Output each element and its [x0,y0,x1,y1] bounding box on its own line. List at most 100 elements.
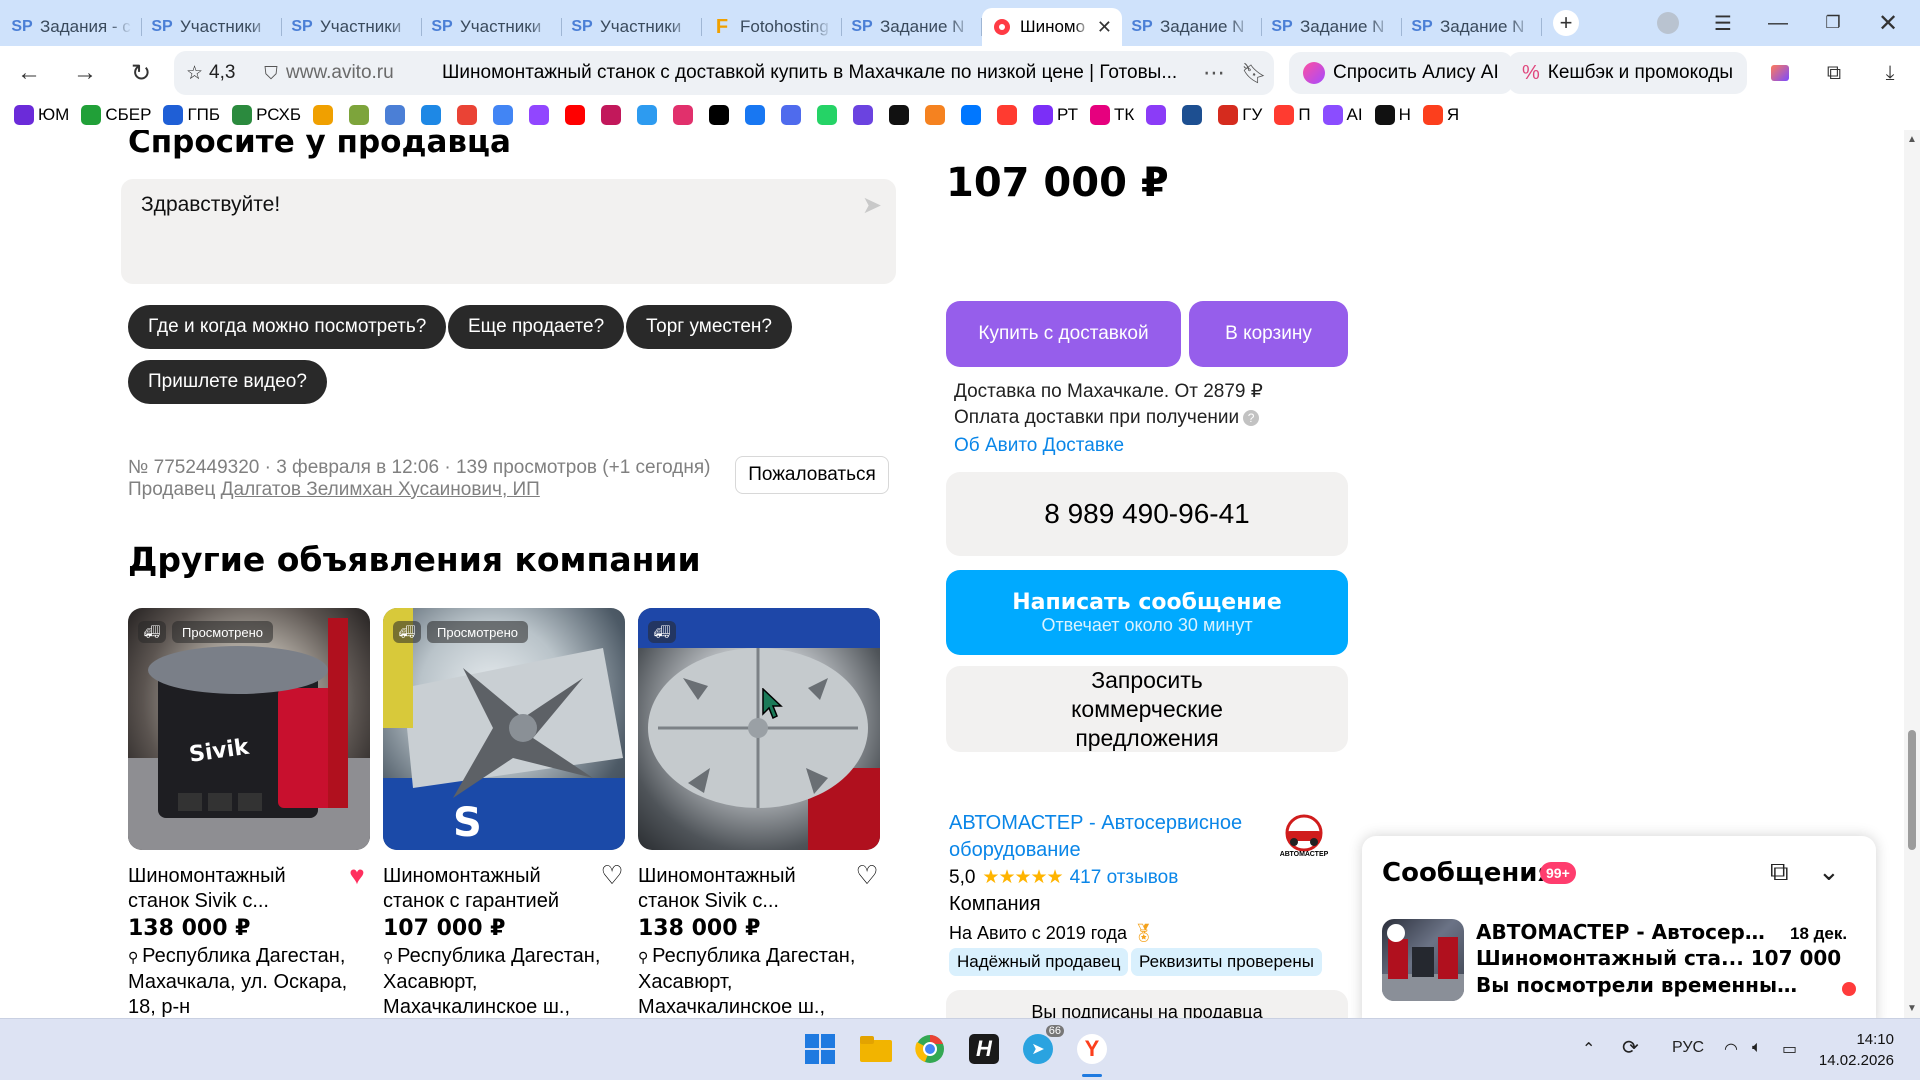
bookmark-item[interactable] [817,105,841,125]
bookmark-item[interactable] [385,105,409,125]
bookmark-item[interactable] [349,105,373,125]
complain-button[interactable]: Пожаловаться [735,456,889,494]
chat-preview[interactable]: Вы посмотрели временный но... [1476,973,1806,997]
listing-image[interactable]: Sivik 🚚︎ Просмотрено [128,608,370,850]
listing-card[interactable]: Sivik 🚚︎ Просмотрено Шиномонтажный стано… [128,608,372,1018]
bookmark-item[interactable] [1146,105,1170,125]
reviews-link[interactable]: 417 отзывов [1070,867,1179,889]
bookmark-item[interactable] [745,105,769,125]
bookmark-item[interactable] [1182,105,1206,125]
chat-sender[interactable]: АВТОМАСТЕР - Автосервисн... [1476,920,1776,944]
close-window-button[interactable]: ✕ [1870,8,1906,38]
heart-filled-icon[interactable]: ♥ [342,860,372,890]
security-icon[interactable]: ⛉ [256,63,286,84]
listing-title[interactable]: Шиномонтажный станок Sivik с... [128,864,334,914]
bookmark-item[interactable] [961,105,985,125]
ask-alice-button[interactable]: Спросить Алису AI [1289,52,1513,94]
avito-delivery-link[interactable]: Об Авито Доставке [954,435,1124,457]
system-clock[interactable]: 14:10 14.02.2026 [1819,1029,1894,1071]
bookmark-item[interactable] [889,105,913,125]
volume-icon[interactable]: 🔈︎ [1752,1039,1762,1057]
listing-title[interactable]: Шиномонтажный станок Sivik с... [638,864,844,914]
heart-outline-icon[interactable]: ♡ [597,860,627,890]
phone-button[interactable]: 8 989 490-96-41 [946,472,1348,556]
listing-image[interactable]: 🚚︎ [638,608,880,850]
site-rating[interactable]: ☆ 4,3 [174,62,256,85]
browser-tab[interactable]: SP Задание N [1262,8,1402,46]
subscribed-button[interactable]: Вы подписаны на продавца [946,990,1348,1018]
scroll-down-icon[interactable]: ▼ [1907,1003,1917,1014]
heart-outline-icon[interactable]: ♡ [852,860,882,890]
company-logo[interactable]: АВТОМАСТЕР [1278,813,1330,859]
minimize-button[interactable]: — [1760,8,1796,38]
taskbar-yandex-browser[interactable]: Y [1072,1029,1112,1077]
bookmark-item[interactable] [853,105,877,125]
write-message-button[interactable]: Написать сообщение Отвечает около 30 мин… [946,570,1348,655]
cashback-button[interactable]: % Кешбэк и промокоды [1508,52,1747,94]
back-button[interactable]: ← [4,53,54,93]
new-tab-button[interactable]: + [1548,8,1584,38]
close-icon[interactable]: ✕ [1097,17,1112,38]
browser-tab[interactable]: SP Участники [282,8,422,46]
browser-tab[interactable]: SP Участники [562,8,702,46]
bookmark-item[interactable]: ЮМ [14,105,69,125]
open-external-icon[interactable]: ⧉ [1770,856,1789,888]
request-offers-button[interactable]: Запросить коммерческие предложения [946,666,1348,752]
help-icon[interactable]: ? [1243,409,1260,426]
start-button[interactable] [800,1029,840,1069]
taskbar-browser-chrome[interactable] [910,1029,950,1069]
scroll-thumb[interactable] [1908,730,1916,850]
buy-with-delivery-button[interactable]: Купить с доставкой [946,301,1181,367]
bookmark-item[interactable] [565,105,589,125]
browser-tab[interactable]: SP Задание N [842,8,982,46]
taskbar-app-h[interactable]: H [964,1029,1004,1069]
bookmark-item[interactable]: РТ [1033,105,1078,125]
downloads-button[interactable]: ⤓ [1872,58,1908,88]
quick-question-still-selling[interactable]: Еще продаете? [448,305,625,349]
chat-item[interactable]: Шиномонтажный ста... 107 000 ₽ [1476,946,1846,970]
bookmark-item[interactable]: ГПБ [163,105,220,125]
url-domain[interactable]: www.avito.ru [286,62,442,84]
bookmark-item[interactable]: Н [1374,105,1411,125]
maximize-button[interactable]: ❐ [1815,8,1851,38]
reload-button[interactable]: ↻ [116,53,166,93]
bookmark-item[interactable]: РСХБ [232,105,301,125]
taskbar-explorer[interactable] [856,1029,896,1069]
page-scrollbar[interactable]: ▲ ▼ [1904,130,1920,1018]
send-icon[interactable]: ➤ [862,191,882,220]
extensions-button[interactable]: ⧉ [1816,58,1852,88]
browser-tab[interactable]: SP Задание N [1402,8,1542,46]
listing-card[interactable]: 🚚︎ Шиномонтажный станок Sivik с... ♡ 138… [638,608,882,1018]
url-page-title[interactable]: Шиномонтажный станок с доставкой купить … [442,62,1194,84]
listing-card[interactable]: S 🚚︎ Просмотрено Шиномонтажный станок с … [383,608,627,1018]
bookmark-item[interactable] [673,105,697,125]
bookmark-item[interactable] [709,105,733,125]
forward-button[interactable]: → [60,53,110,93]
sync-icon[interactable]: ⟳ [1622,1035,1639,1060]
add-to-cart-button[interactable]: В корзину [1189,301,1348,367]
browser-tab[interactable]: F Fotohosting [702,8,842,46]
browser-tab[interactable]: SP Задания - с [2,8,142,46]
quick-question-bargain[interactable]: Торг уместен? [626,305,792,349]
bookmark-item[interactable]: AI [1322,105,1363,125]
bookmark-item[interactable]: СБЕР [81,105,151,125]
bookmark-item[interactable] [313,105,337,125]
bookmark-item[interactable]: ГУ [1218,105,1262,125]
bookmark-item[interactable] [997,105,1021,125]
seller-link[interactable]: Далгатов Зелимхан Хусаинович, ИП [221,479,540,500]
bookmark-item[interactable] [781,105,805,125]
bookmark-item[interactable] [529,105,553,125]
scroll-up-icon[interactable]: ▲ [1907,134,1917,145]
bookmark-item[interactable] [493,105,517,125]
bookmark-item[interactable]: ТК [1090,105,1134,125]
quick-question-video[interactable]: Пришлете видео? [128,360,327,404]
bookmark-icon[interactable]: 🔖︎ [1234,61,1274,86]
bookmark-item[interactable]: П [1274,105,1311,125]
bookmark-item[interactable] [637,105,661,125]
listing-title[interactable]: Шиномонтажный станок с гарантией [383,864,589,914]
chat-thumbnail[interactable] [1382,919,1464,1001]
bookmark-item[interactable] [457,105,481,125]
omnibox[interactable]: ☆ 4,3 ⛉ www.avito.ru Шиномонтажный станок… [174,51,1274,95]
listing-image[interactable]: S 🚚︎ Просмотрено [383,608,625,850]
battery-icon[interactable]: ▭ [1782,1039,1797,1059]
